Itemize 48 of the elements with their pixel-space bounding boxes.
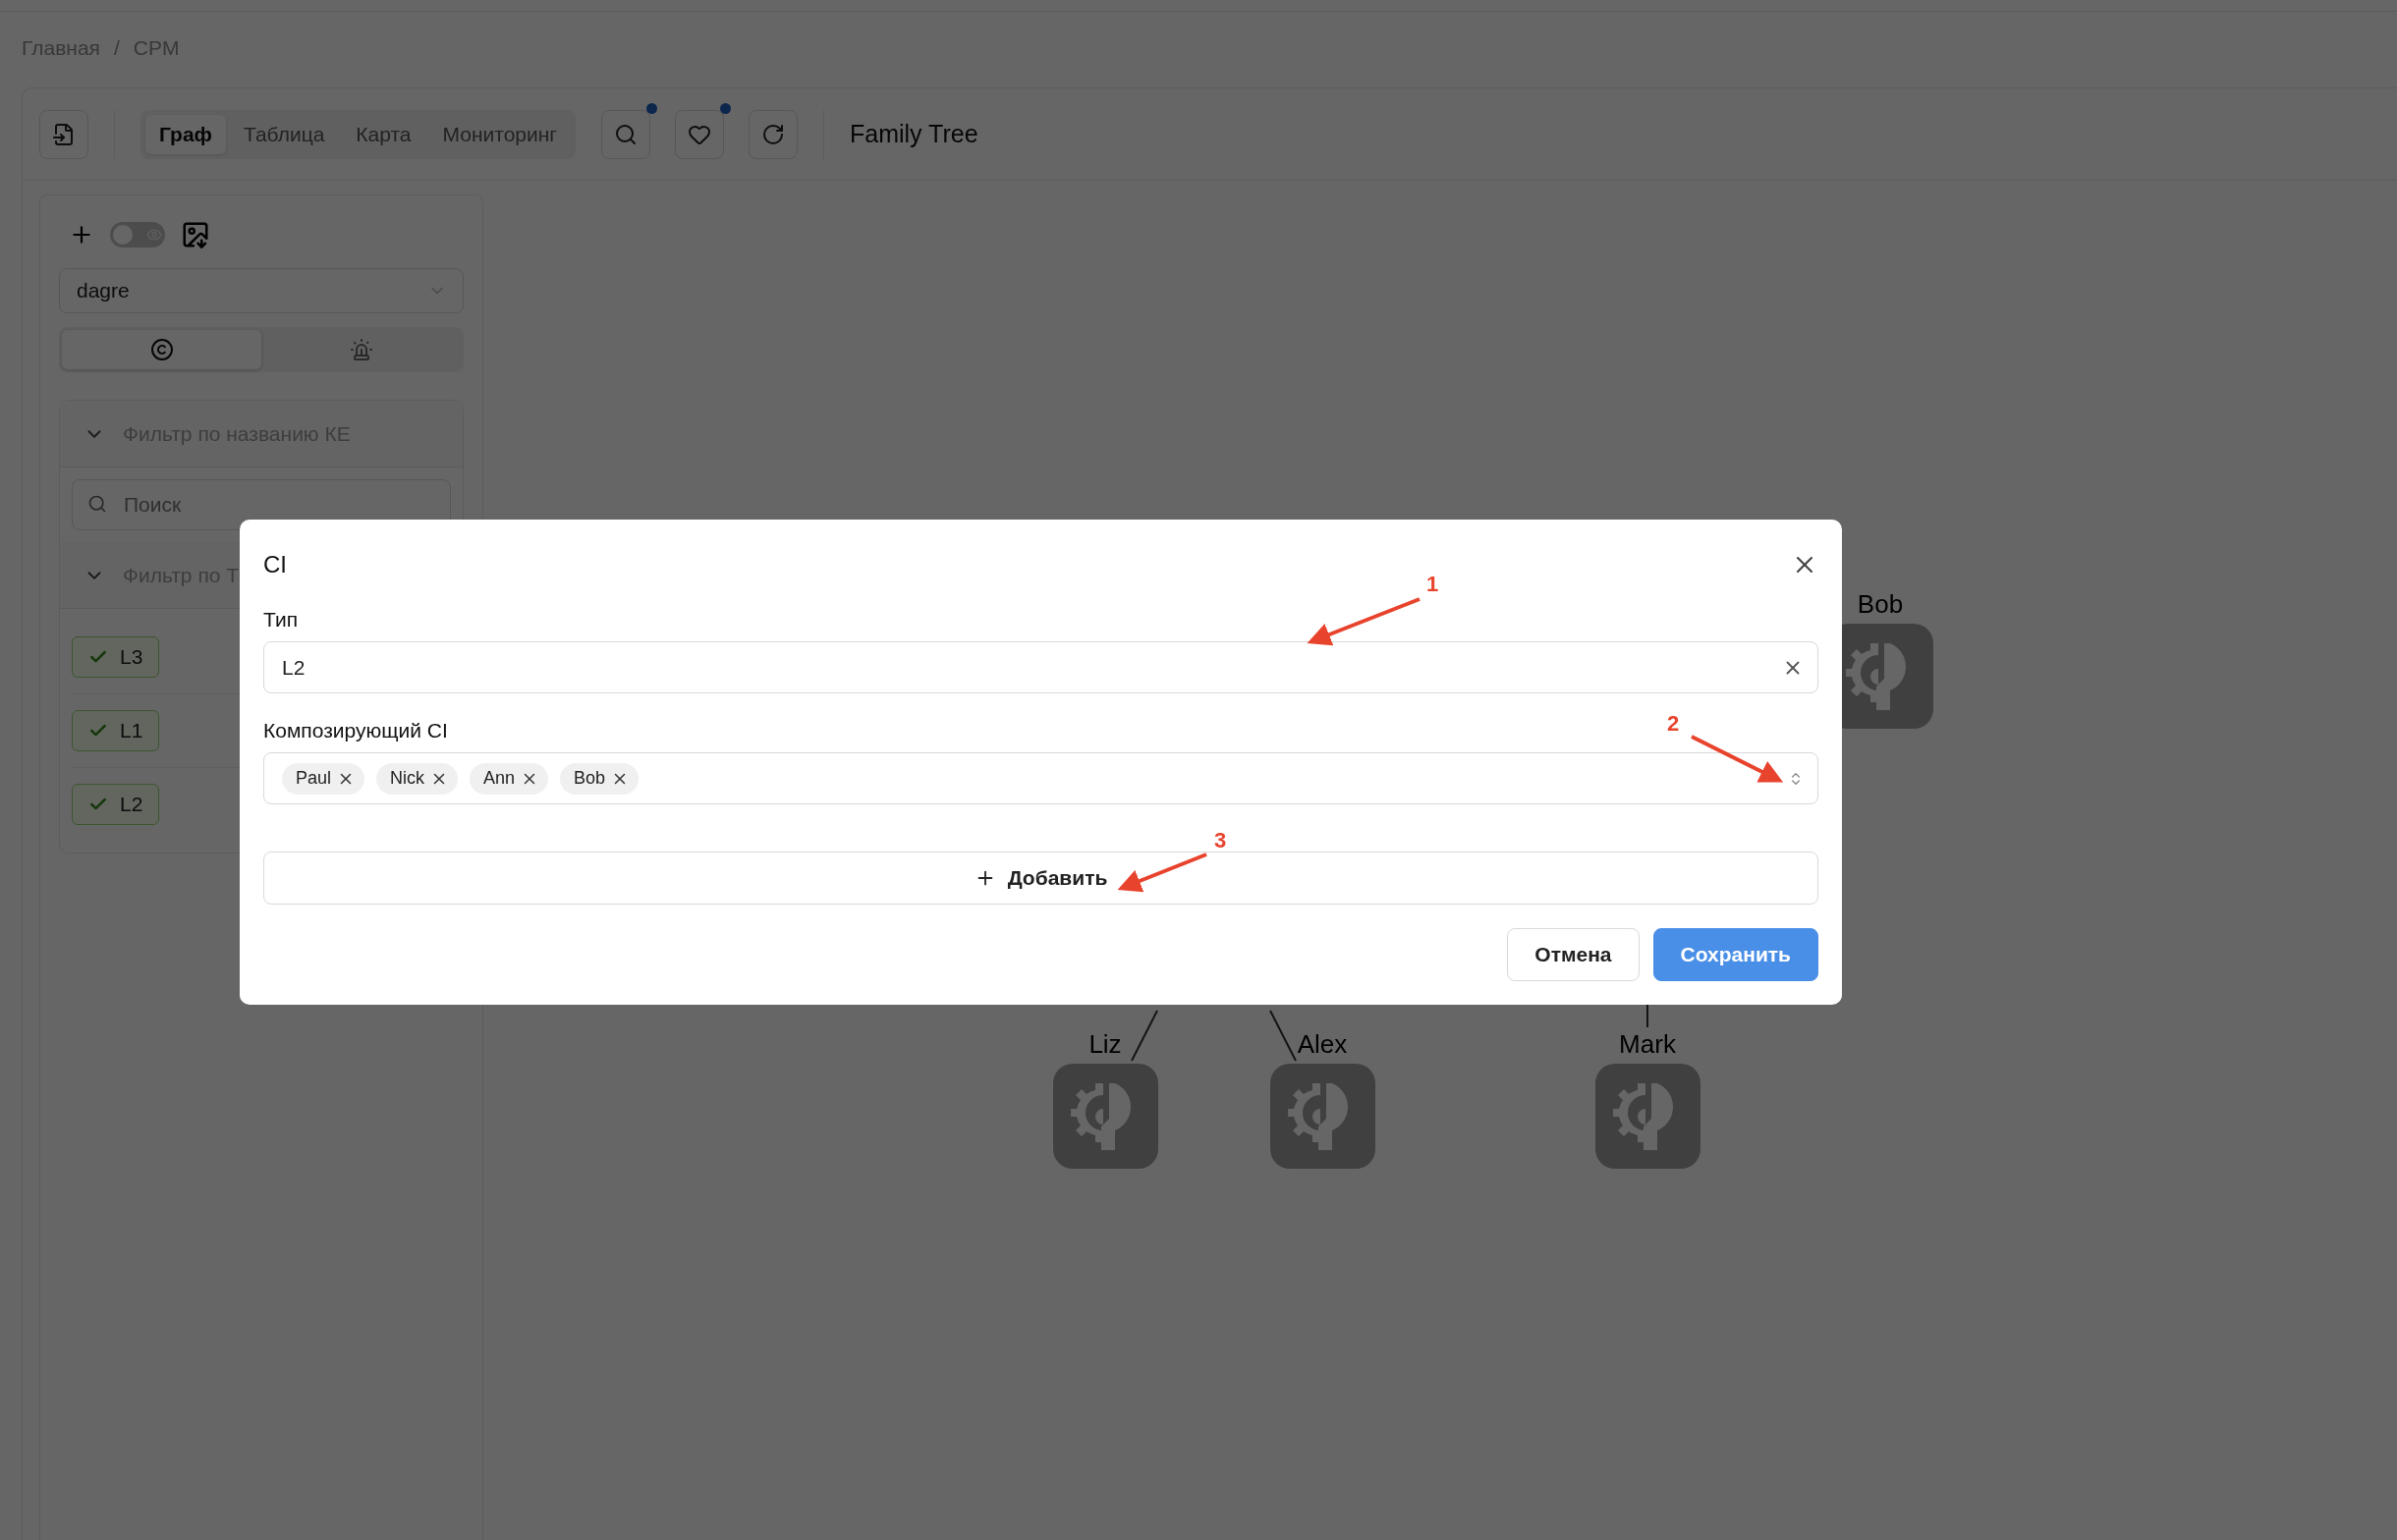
refresh-icon bbox=[761, 122, 785, 146]
filter-tag[interactable]: L3 bbox=[72, 636, 160, 678]
annotation-number: 1 bbox=[1426, 572, 1439, 597]
field-label: Тип bbox=[263, 608, 298, 632]
eye-icon bbox=[146, 227, 162, 243]
multi-select[interactable]: Paul Nick Ann Bob bbox=[263, 752, 1818, 804]
file-import-icon bbox=[52, 122, 76, 146]
graph-node[interactable] bbox=[1052, 1064, 1158, 1169]
view-tab[interactable]: Карта bbox=[342, 114, 425, 154]
edge-line bbox=[1131, 1010, 1158, 1062]
graph-node[interactable] bbox=[1269, 1064, 1375, 1169]
annotation-number: 3 bbox=[1214, 828, 1227, 853]
graph-node[interactable] bbox=[1594, 1064, 1700, 1169]
visibility-toggle[interactable] bbox=[110, 222, 165, 248]
layout-select[interactable]: dagre bbox=[59, 268, 464, 313]
node-label: Bob bbox=[1857, 589, 1904, 620]
refresh-button[interactable] bbox=[749, 109, 798, 159]
filter-tag[interactable]: L2 bbox=[72, 784, 160, 825]
save-button[interactable]: Сохранить bbox=[1652, 928, 1818, 981]
circle-c-icon bbox=[149, 338, 174, 361]
filter-tag[interactable]: L1 bbox=[72, 710, 160, 751]
type-select[interactable]: L2 bbox=[263, 641, 1818, 693]
annotation-number: 2 bbox=[1667, 711, 1680, 737]
selected-tag: Bob bbox=[560, 762, 640, 795]
search-button[interactable] bbox=[601, 109, 650, 159]
selected-tag: Nick bbox=[376, 762, 459, 795]
node-label: Alex bbox=[1297, 1029, 1348, 1060]
view-tab[interactable]: Граф bbox=[145, 114, 226, 154]
add-button[interactable]: Добавить bbox=[263, 852, 1818, 905]
selected-tag: Paul bbox=[282, 762, 365, 795]
view-tab[interactable]: Таблица bbox=[230, 114, 339, 154]
modal-title: CI bbox=[263, 551, 287, 578]
field-label: Композирующий CI bbox=[263, 719, 448, 742]
node-label: Liz bbox=[1088, 1029, 1122, 1060]
edge-line bbox=[1269, 1010, 1297, 1062]
mode-tab[interactable] bbox=[62, 330, 261, 369]
graph-title: Family Tree bbox=[850, 120, 978, 148]
breadcrumb-separator: / bbox=[113, 36, 120, 60]
search-icon bbox=[614, 122, 638, 146]
search-icon bbox=[87, 494, 107, 514]
image-download-icon[interactable] bbox=[181, 220, 210, 249]
siren-icon bbox=[349, 338, 373, 361]
cancel-button[interactable]: Отмена bbox=[1507, 928, 1640, 981]
view-tab[interactable]: Мониторинг bbox=[428, 114, 571, 154]
favorite-button[interactable] bbox=[675, 109, 724, 159]
node-label: Mark bbox=[1619, 1029, 1676, 1060]
selected-tag: Ann bbox=[470, 762, 549, 795]
import-button[interactable] bbox=[39, 109, 88, 159]
